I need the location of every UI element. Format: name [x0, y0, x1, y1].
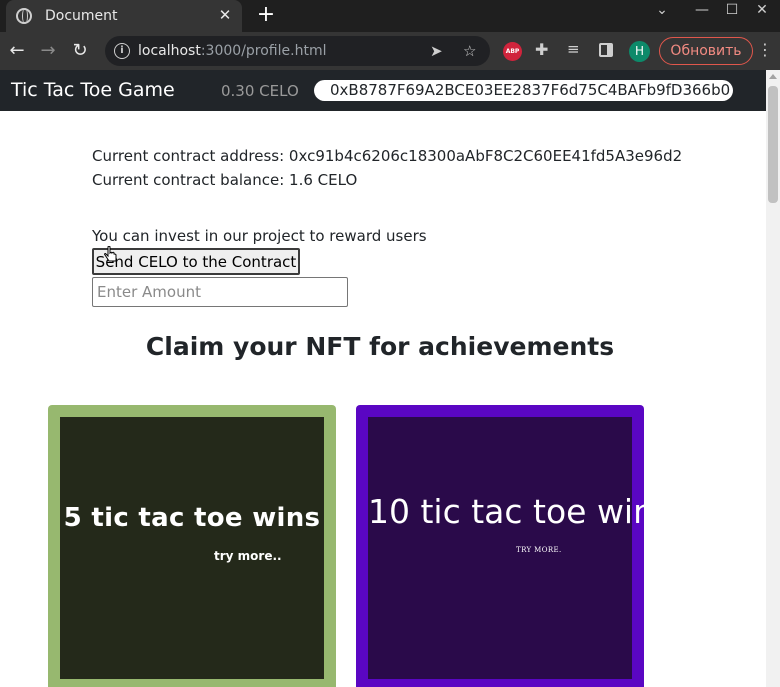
media-control-icon[interactable]: ≡	[567, 40, 586, 59]
nft-section-heading: Claim your NFT for achievements	[145, 332, 615, 361]
maximize-button[interactable]: ☐	[720, 2, 744, 18]
extensions-icon[interactable]: ✚	[535, 40, 554, 59]
minimize-button[interactable]: —	[690, 2, 714, 18]
bookmark-star-icon[interactable]: ☆	[463, 42, 476, 60]
brand-title[interactable]: Tic Tac Toe Game	[11, 79, 175, 101]
close-tab-icon[interactable]: ✕	[216, 6, 234, 24]
tab-title: Document	[45, 8, 118, 24]
globe-icon	[16, 8, 32, 24]
send-celo-button[interactable]: Send CELO to the Contract	[92, 248, 300, 275]
scrollbar-thumb[interactable]	[768, 86, 778, 203]
contract-address: Current contract address: 0xc91b4c6206c1…	[92, 147, 683, 165]
new-tab-button[interactable]: +	[254, 2, 278, 27]
send-tab-icon[interactable]: ➤	[430, 42, 443, 60]
browser-tab[interactable]: Document ✕	[6, 0, 242, 32]
side-panel-icon[interactable]	[599, 43, 613, 57]
browser-menu-icon[interactable]: ⋮	[757, 40, 773, 59]
url-host: localhost	[138, 43, 201, 59]
site-navbar: Tic Tac Toe Game 0.30 CELO 0xB8787F69A2B…	[0, 70, 766, 111]
contract-balance: Current contract balance: 1.6 CELO	[92, 171, 358, 189]
site-info-icon[interactable]: i	[114, 43, 130, 59]
reload-button[interactable]: ↻	[68, 39, 92, 63]
profile-avatar[interactable]: H	[629, 41, 650, 62]
page-scrollbar[interactable]	[766, 70, 780, 687]
nft-image[interactable]: 5 tic tac toe wins try more..	[60, 417, 324, 679]
forward-button[interactable]: →	[36, 39, 60, 63]
address-bar[interactable]: i localhost:3000/profile.html ➤ ☆	[105, 36, 490, 66]
nft-subtitle: try more..	[214, 549, 282, 563]
adblock-icon[interactable]: ABP	[503, 42, 522, 61]
tab-search-icon[interactable]: ⌄	[650, 2, 674, 18]
browser-toolbar: ← → ↻ i localhost:3000/profile.html ➤ ☆ …	[0, 32, 780, 70]
wallet-address-badge: 0xB8787F69A2BCE03EE2837F6d75C4BAFb9fD366…	[314, 80, 733, 101]
update-button[interactable]: Обновить	[659, 37, 753, 65]
nft-subtitle: TRY MORE.	[516, 546, 562, 554]
wallet-balance: 0.30 CELO	[221, 82, 299, 100]
close-window-button[interactable]: ✕	[750, 2, 774, 18]
tab-strip: Document ✕ + ⌄ — ☐ ✕	[0, 0, 780, 32]
nft-card[interactable]: 10 tic tac toe wins TRY MORE.	[356, 405, 672, 687]
nft-image[interactable]: 10 tic tac toe wins TRY MORE.	[368, 417, 672, 679]
nft-card[interactable]: 5 tic tac toe wins try more..	[48, 405, 336, 687]
url-text[interactable]: localhost:3000/profile.html	[138, 43, 326, 59]
url-path: :3000/profile.html	[200, 43, 327, 59]
amount-input[interactable]	[92, 277, 348, 307]
hand-cursor-icon	[104, 246, 117, 262]
nft-title: 5 tic tac toe wins	[63, 503, 321, 533]
web-page: Tic Tac Toe Game 0.30 CELO 0xB8787F69A2B…	[0, 70, 766, 687]
nft-title: 10 tic tac toe wins	[368, 492, 672, 531]
scroll-up-arrow-icon[interactable]	[769, 74, 777, 79]
back-button[interactable]: ←	[5, 39, 29, 63]
invest-text: You can invest in our project to reward …	[92, 227, 427, 245]
